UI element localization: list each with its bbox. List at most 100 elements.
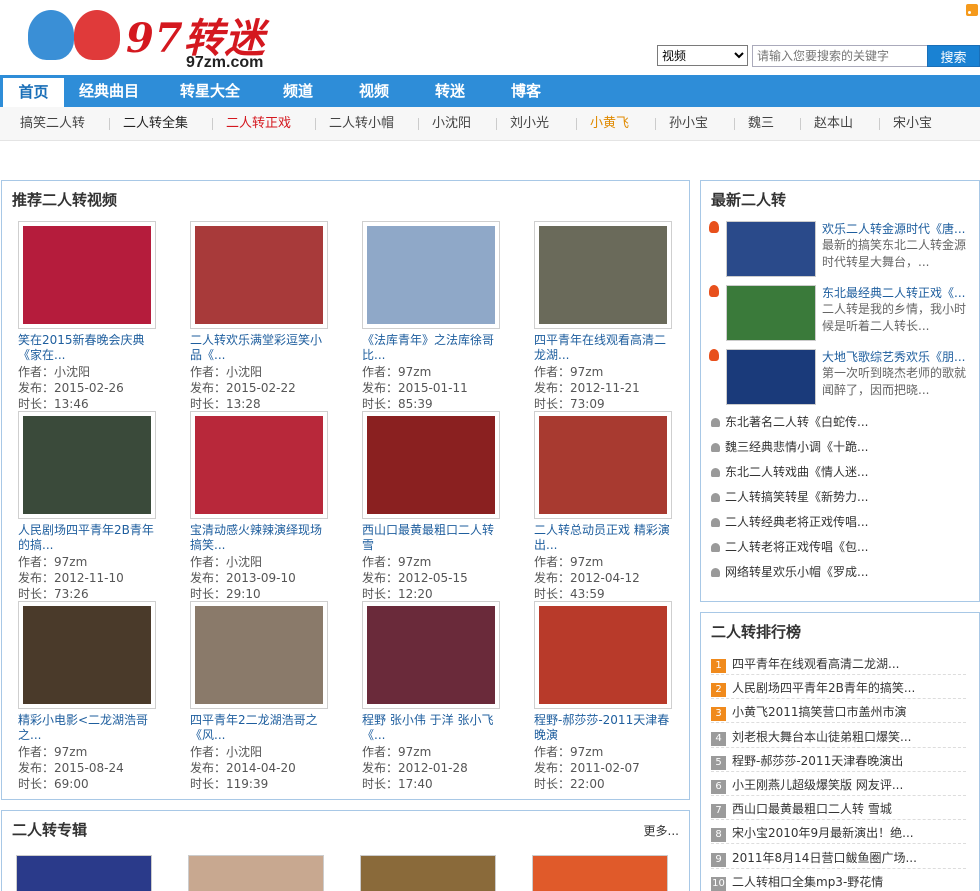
ranking-item-text[interactable]: 西山口最黄最粗口二人转 雪城 [732, 802, 892, 816]
video-title-link[interactable]: 《法库青年》之法库徐哥比... [362, 333, 502, 363]
album-cover[interactable] [532, 855, 668, 891]
latest-thumbnail[interactable] [726, 349, 816, 405]
latest-link-item[interactable]: 魏三经典悲情小调《十跪... [711, 438, 971, 458]
ranking-item[interactable]: 4 刘老根大舞台本山徒弟粗口爆笑... [711, 728, 966, 748]
video-thumbnail[interactable] [362, 411, 500, 519]
ranking-item[interactable]: 10 二人转相口全集mp3-野花情 [711, 873, 966, 891]
video-thumbnail[interactable] [190, 411, 328, 519]
ranking-item[interactable]: 6 小王刚燕儿超级爆笑版 网友评... [711, 776, 966, 796]
ranking-item[interactable]: 5 程野-郝莎莎-2011天津春晚演出 [711, 752, 966, 772]
video-title-link[interactable]: 宝清动感火辣辣演绎现场搞笑... [190, 523, 330, 553]
subnav-item[interactable]: 搞笑二人转 [20, 107, 85, 141]
latest-link-item[interactable]: 二人转经典老将正戏传唱... [711, 513, 971, 533]
video-thumbnail[interactable] [534, 411, 672, 519]
video-thumbnail[interactable] [362, 221, 500, 329]
video-title-link[interactable]: 精彩小电影<二龙湖浩哥之... [18, 713, 158, 743]
nav-blog[interactable]: 博客 [482, 75, 570, 107]
latest-link-text[interactable]: 二人转老将正戏传唱《包... [725, 540, 868, 554]
subnav-item[interactable]: 孙小宝 [669, 107, 708, 141]
subnav-item[interactable]: 魏三 [748, 107, 774, 141]
video-thumbnail[interactable] [18, 411, 156, 519]
video-title-link[interactable]: 人民剧场四平青年2B青年的搞... [18, 523, 158, 553]
ranking-item[interactable]: 3 小黄飞2011搞笑营口市盖州市演 [711, 703, 966, 724]
ranking-item-text[interactable]: 小王刚燕儿超级爆笑版 网友评... [732, 778, 903, 792]
video-thumbnail-image[interactable] [367, 606, 495, 704]
video-title-link[interactable]: 笑在2015新春晚会庆典《家在... [18, 333, 158, 363]
video-thumbnail-image[interactable] [195, 416, 323, 514]
subnav-item[interactable]: 二人转全集 [123, 107, 188, 141]
video-thumbnail[interactable] [190, 601, 328, 709]
video-thumbnail-image[interactable] [539, 226, 667, 324]
ranking-item-text[interactable]: 2011年8月14日营口鲅鱼圈广场... [732, 851, 917, 865]
subnav-item[interactable]: 二人转小帽 [329, 107, 394, 141]
ranking-item-text[interactable]: 四平青年在线观看高清二龙湖... [732, 657, 899, 671]
video-thumbnail[interactable] [534, 221, 672, 329]
latest-link-text[interactable]: 网络转星欢乐小帽《罗成... [725, 565, 868, 579]
ranking-item-text[interactable]: 程野-郝莎莎-2011天津春晚演出 [732, 754, 903, 768]
ranking-item-text[interactable]: 人民剧场四平青年2B青年的搞笑... [732, 681, 915, 695]
video-title-link[interactable]: 四平青年在线观看高清二龙湖... [534, 333, 674, 363]
album-cover[interactable] [188, 855, 324, 891]
latest-link-text[interactable]: 魏三经典悲情小调《十跪... [725, 440, 868, 454]
latest-thumbnail[interactable] [726, 221, 816, 277]
video-thumbnail-image[interactable] [195, 226, 323, 324]
latest-featured-title[interactable]: 欢乐二人转金源时代《唐... [822, 221, 972, 237]
subnav-item[interactable]: 小黄飞 [590, 107, 629, 141]
latest-featured-title[interactable]: 东北最经典二人转正戏《... [822, 285, 972, 301]
latest-link-item[interactable]: 东北二人转戏曲《情人迷... [711, 463, 971, 483]
ranking-item[interactable]: 2 人民剧场四平青年2B青年的搞笑... [711, 679, 966, 700]
video-thumbnail-image[interactable] [23, 606, 151, 704]
rss-icon[interactable] [966, 4, 978, 16]
video-title-link[interactable]: 二人转总动员正戏 精彩演出... [534, 523, 674, 553]
ranking-item[interactable]: 7 西山口最黄最粗口二人转 雪城 [711, 800, 966, 821]
video-thumbnail-image[interactable] [195, 606, 323, 704]
latest-link-item[interactable]: 二人转老将正戏传唱《包... [711, 538, 971, 558]
video-thumbnail[interactable] [362, 601, 500, 709]
latest-link-item[interactable]: 二人转搞笑转星《新势力... [711, 488, 971, 508]
video-title-link[interactable]: 程野-郝莎莎-2011天津春晚演 [534, 713, 674, 743]
nav-channel[interactable]: 频道 [266, 75, 330, 107]
video-thumbnail-image[interactable] [367, 226, 495, 324]
subnav-item[interactable]: 赵本山 [814, 107, 853, 141]
search-category-select[interactable]: 视频 [657, 45, 748, 66]
video-title-link[interactable]: 程野 张小伟 于洋 张小飞《... [362, 713, 502, 743]
site-logo[interactable]: 97转迷 97zm.com [26, 6, 276, 72]
ranking-item-text[interactable]: 刘老根大舞台本山徒弟粗口爆笑... [732, 730, 911, 744]
subnav-item[interactable]: 宋小宝 [893, 107, 932, 141]
latest-featured-title[interactable]: 大地飞歌综艺秀欢乐《朋... [822, 349, 972, 365]
video-thumbnail[interactable] [190, 221, 328, 329]
subnav-item[interactable]: 小沈阳 [432, 107, 471, 141]
ranking-item[interactable]: 8 宋小宝2010年9月最新演出！绝... [711, 824, 966, 845]
album-more-link[interactable]: 更多... [644, 822, 679, 839]
album-cover[interactable] [360, 855, 496, 891]
video-thumbnail[interactable] [18, 601, 156, 709]
latest-link-item[interactable]: 东北著名二人转《白蛇传... [711, 413, 971, 433]
album-cover[interactable] [16, 855, 152, 891]
search-button[interactable]: 搜索 [927, 45, 980, 67]
video-thumbnail[interactable] [534, 601, 672, 709]
video-title-link[interactable]: 四平青年2二龙湖浩哥之《风... [190, 713, 330, 743]
subnav-item[interactable]: 二人转正戏 [226, 107, 291, 141]
latest-link-text[interactable]: 东北著名二人转《白蛇传... [725, 415, 868, 429]
latest-link-text[interactable]: 二人转经典老将正戏传唱... [725, 515, 868, 529]
video-title-link[interactable]: 二人转欢乐满堂彩逗笑小品《... [190, 333, 330, 363]
latest-link-text[interactable]: 二人转搞笑转星《新势力... [725, 490, 868, 504]
subnav-item[interactable]: 刘小光 [510, 107, 549, 141]
nav-video[interactable]: 视频 [330, 75, 418, 107]
ranking-item-text[interactable]: 小黄飞2011搞笑营口市盖州市演 [732, 705, 907, 719]
latest-thumbnail[interactable] [726, 285, 816, 341]
nav-classic-songs[interactable]: 经典曲目 [64, 75, 154, 107]
search-input[interactable] [752, 45, 928, 67]
ranking-item-text[interactable]: 二人转相口全集mp3-野花情 [732, 875, 883, 889]
latest-link-item[interactable]: 网络转星欢乐小帽《罗成... [711, 563, 971, 583]
nav-home[interactable]: 首页 [3, 78, 64, 107]
video-thumbnail-image[interactable] [23, 416, 151, 514]
latest-link-text[interactable]: 东北二人转戏曲《情人迷... [725, 465, 868, 479]
nav-stars[interactable]: 转星大全 [154, 75, 266, 107]
nav-fans[interactable]: 转迷 [418, 75, 482, 107]
ranking-item[interactable]: 9 2011年8月14日营口鲅鱼圈广场... [711, 849, 966, 869]
video-thumbnail[interactable] [18, 221, 156, 329]
video-thumbnail-image[interactable] [539, 606, 667, 704]
video-thumbnail-image[interactable] [367, 416, 495, 514]
ranking-item[interactable]: 1 四平青年在线观看高清二龙湖... [711, 655, 966, 675]
